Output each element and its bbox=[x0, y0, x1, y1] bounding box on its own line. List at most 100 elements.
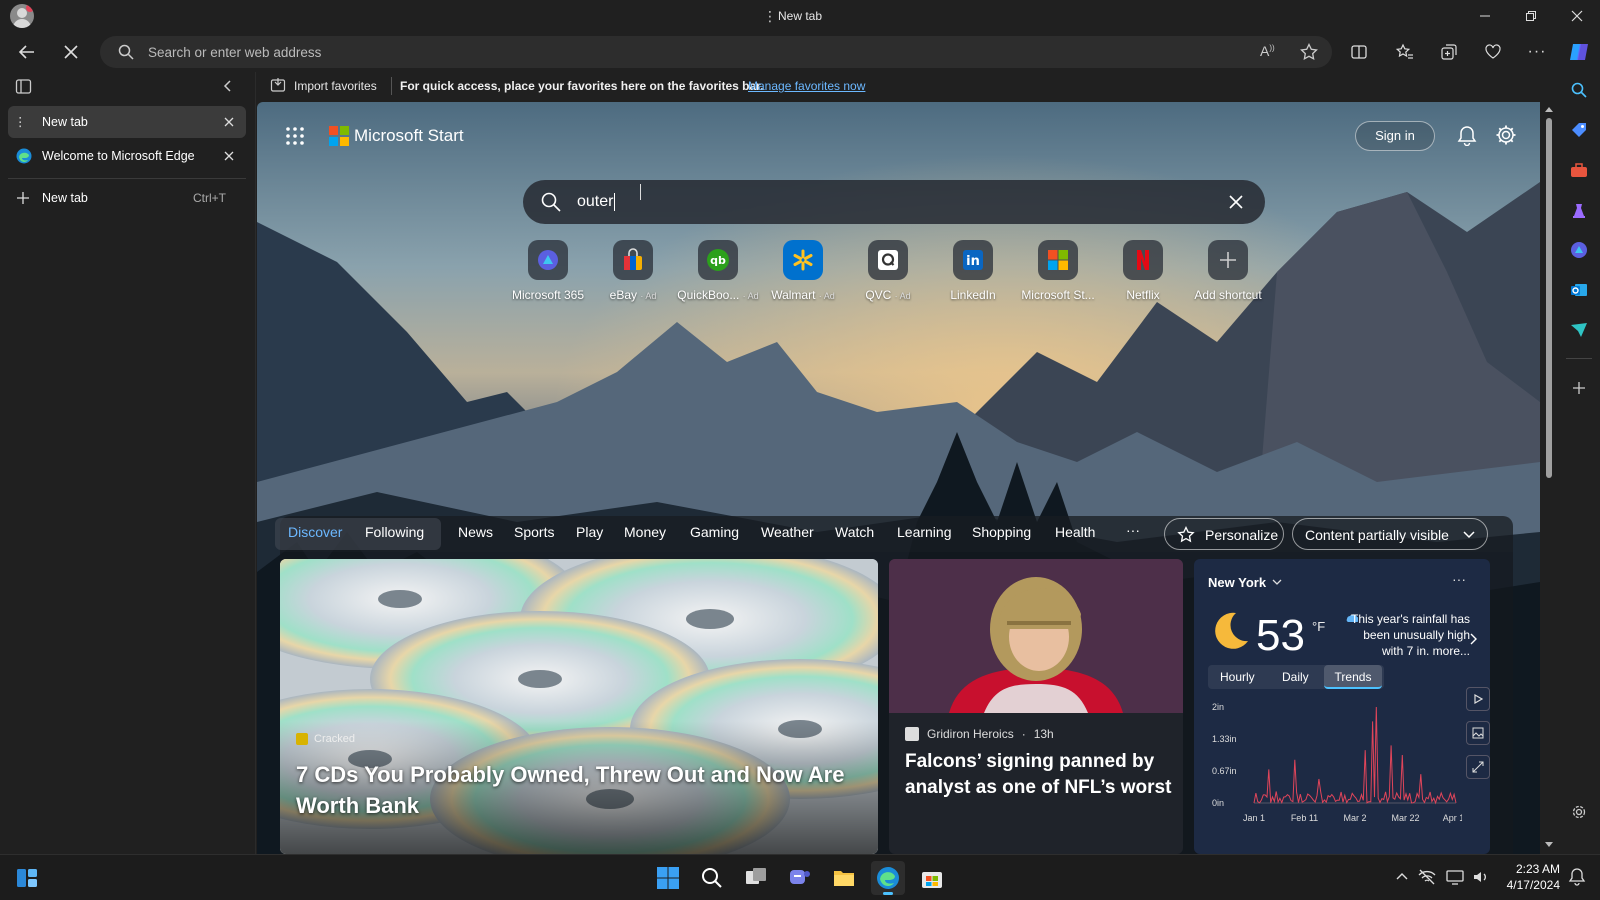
weather-location[interactable]: New York bbox=[1208, 575, 1282, 590]
search-input[interactable]: outer bbox=[577, 193, 616, 211]
weather-more-icon[interactable]: ··· bbox=[1452, 571, 1466, 587]
sidebar-outlook-button[interactable] bbox=[1565, 276, 1593, 304]
weather-map-button[interactable] bbox=[1466, 721, 1490, 745]
favorite-star-icon[interactable] bbox=[1300, 43, 1318, 61]
new-tab-button[interactable]: New tab Ctrl+T bbox=[8, 182, 246, 214]
page-scrollbar[interactable] bbox=[1540, 102, 1558, 854]
manage-favorites-link[interactable]: Manage favorites now bbox=[748, 79, 865, 93]
weather-tab-trends[interactable]: Trends bbox=[1324, 665, 1382, 689]
shortcut-linkedin[interactable]: in LinkedIn bbox=[930, 240, 1016, 302]
clear-search-icon[interactable] bbox=[1229, 195, 1243, 209]
scrollbar-thumb[interactable] bbox=[1546, 118, 1552, 478]
microsoft-store-taskbar-button[interactable] bbox=[915, 861, 949, 895]
tab-learning[interactable]: Learning bbox=[897, 524, 952, 540]
tab-money[interactable]: Money bbox=[624, 524, 666, 540]
restore-button[interactable] bbox=[1508, 0, 1554, 32]
taskbar-search-button[interactable] bbox=[695, 861, 729, 895]
close-tab-icon[interactable] bbox=[218, 145, 240, 167]
article-title[interactable]: Falcons’ signing panned by analyst as on… bbox=[905, 749, 1175, 801]
close-window-button[interactable] bbox=[1554, 0, 1600, 32]
sidebar-search-button[interactable] bbox=[1565, 76, 1593, 104]
brand-title[interactable]: Microsoft Start bbox=[354, 126, 464, 146]
sidebar-drop-button[interactable] bbox=[1565, 316, 1593, 344]
copilot-button[interactable] bbox=[1562, 35, 1596, 69]
shortcut-qvc[interactable]: QVC · Ad bbox=[845, 240, 931, 302]
tab-following[interactable]: Following bbox=[365, 524, 424, 540]
temperature-unit[interactable]: °F bbox=[1312, 619, 1325, 634]
address-input[interactable]: Search or enter web address bbox=[148, 45, 321, 60]
browser-essentials-button[interactable] bbox=[1476, 35, 1510, 69]
content-visibility-dropdown[interactable]: Content partially visible bbox=[1292, 518, 1488, 550]
weather-play-button[interactable] bbox=[1466, 687, 1490, 711]
tab-welcome-edge[interactable]: Welcome to Microsoft Edge bbox=[8, 140, 246, 172]
sidebar-microsoft365-button[interactable] bbox=[1565, 236, 1593, 264]
teams-chat-button[interactable] bbox=[783, 861, 817, 895]
sign-in-button[interactable]: Sign in bbox=[1355, 121, 1435, 151]
widgets-button[interactable] bbox=[10, 861, 44, 895]
tab-weather[interactable]: Weather bbox=[761, 524, 814, 540]
split-screen-button[interactable] bbox=[1342, 35, 1376, 69]
address-bar[interactable]: Search or enter web address A)) bbox=[100, 36, 1332, 68]
tab-watch[interactable]: Watch bbox=[835, 524, 874, 540]
sidebar-tools-button[interactable] bbox=[1565, 156, 1593, 184]
sidebar-settings-button[interactable] bbox=[1565, 798, 1593, 826]
news-card-cds[interactable]: Cracked 7 CDs You Probably Owned, Threw … bbox=[280, 559, 878, 854]
read-aloud-icon[interactable]: A)) bbox=[1260, 43, 1275, 59]
notifications-bell-icon[interactable] bbox=[1456, 124, 1478, 146]
tab-health[interactable]: Health bbox=[1055, 524, 1095, 540]
tab-discover[interactable]: Discover bbox=[288, 524, 342, 540]
start-button[interactable] bbox=[651, 861, 685, 895]
tab-new-tab[interactable]: ⋮ New tab bbox=[8, 106, 246, 138]
scroll-down-icon bbox=[1545, 842, 1553, 847]
article-title[interactable]: 7 CDs You Probably Owned, Threw Out and … bbox=[296, 759, 866, 821]
news-card-falcons[interactable]: Gridiron Heroics · 13h Falcons’ signing … bbox=[889, 559, 1183, 854]
display-icon[interactable] bbox=[1446, 869, 1464, 885]
notification-bell-icon[interactable] bbox=[1568, 867, 1586, 887]
apps-launcher-icon[interactable] bbox=[285, 126, 305, 146]
weather-tab-daily[interactable]: Daily bbox=[1282, 670, 1309, 684]
more-tabs-button[interactable]: ··· bbox=[1126, 522, 1140, 538]
collections-button[interactable] bbox=[1432, 35, 1466, 69]
tab-actions-menu-icon[interactable] bbox=[15, 78, 32, 95]
tab-sports[interactable]: Sports bbox=[514, 524, 554, 540]
shortcut-quickbooks[interactable]: qb QuickBoo... · Ad bbox=[675, 240, 761, 302]
stop-loading-button[interactable] bbox=[54, 35, 88, 69]
minimize-button[interactable] bbox=[1462, 0, 1508, 32]
close-tab-icon[interactable] bbox=[218, 111, 240, 133]
collapse-pane-icon[interactable] bbox=[222, 80, 234, 92]
edge-taskbar-button[interactable] bbox=[871, 861, 905, 895]
web-search-box[interactable]: outer bbox=[523, 180, 1265, 224]
show-hidden-icons-icon[interactable] bbox=[1396, 872, 1408, 880]
volume-icon[interactable] bbox=[1472, 869, 1490, 885]
weather-card[interactable]: New York ··· 53 °F This year's rainfall … bbox=[1194, 559, 1490, 854]
clock[interactable]: 2:23 AM 4/17/2024 bbox=[1492, 861, 1560, 893]
sidebar-add-button[interactable] bbox=[1565, 374, 1593, 402]
shortcut-ebay[interactable]: eBay · Ad bbox=[590, 240, 676, 302]
tab-gaming[interactable]: Gaming bbox=[690, 524, 739, 540]
tab-shopping[interactable]: Shopping bbox=[972, 524, 1031, 540]
add-shortcut-button[interactable]: Add shortcut bbox=[1185, 240, 1271, 302]
shortcut-microsoft-store[interactable]: Microsoft St... bbox=[1015, 240, 1101, 302]
sidebar-games-button[interactable] bbox=[1565, 196, 1593, 224]
shortcut-netflix[interactable]: Netflix bbox=[1100, 240, 1186, 302]
weather-tab-hourly[interactable]: Hourly bbox=[1220, 670, 1255, 684]
task-view-button[interactable] bbox=[739, 861, 773, 895]
settings-and-more-button[interactable]: ··· bbox=[1520, 35, 1554, 69]
shortcut-microsoft-365[interactable]: Microsoft 365 bbox=[505, 240, 591, 302]
file-explorer-button[interactable] bbox=[827, 861, 861, 895]
page-settings-gear-icon[interactable] bbox=[1495, 124, 1517, 146]
chevron-right-icon[interactable] bbox=[1470, 633, 1478, 645]
x-tick-label: Apr 12 bbox=[1443, 813, 1462, 823]
weather-expand-button[interactable] bbox=[1466, 755, 1490, 779]
personalize-button[interactable]: Personalize bbox=[1164, 518, 1284, 550]
weather-insight[interactable]: This year's rainfall has been unusually … bbox=[1344, 611, 1470, 659]
tab-news[interactable]: News bbox=[458, 524, 493, 540]
favorites-button[interactable] bbox=[1388, 35, 1422, 69]
outlook-icon bbox=[1571, 284, 1587, 296]
back-button[interactable] bbox=[10, 35, 44, 69]
shortcut-walmart[interactable]: Walmart · Ad bbox=[760, 240, 846, 302]
import-favorites-link[interactable]: Import favorites bbox=[294, 79, 377, 93]
network-offline-icon[interactable] bbox=[1418, 869, 1436, 885]
tab-play[interactable]: Play bbox=[576, 524, 603, 540]
sidebar-shopping-button[interactable] bbox=[1565, 116, 1593, 144]
